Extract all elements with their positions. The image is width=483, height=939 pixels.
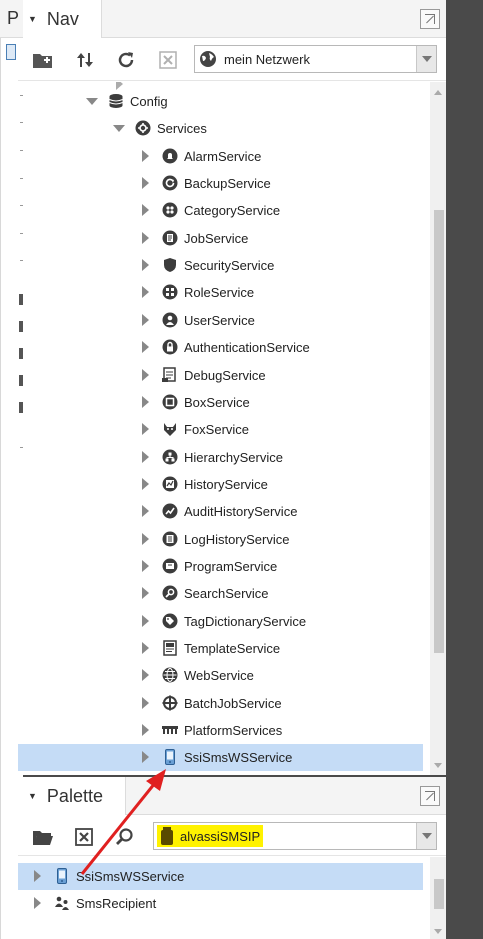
annotation-arrow-line: [80, 782, 157, 875]
annotation-arrow-head: [146, 769, 166, 791]
annotation-arrow: [80, 769, 166, 875]
